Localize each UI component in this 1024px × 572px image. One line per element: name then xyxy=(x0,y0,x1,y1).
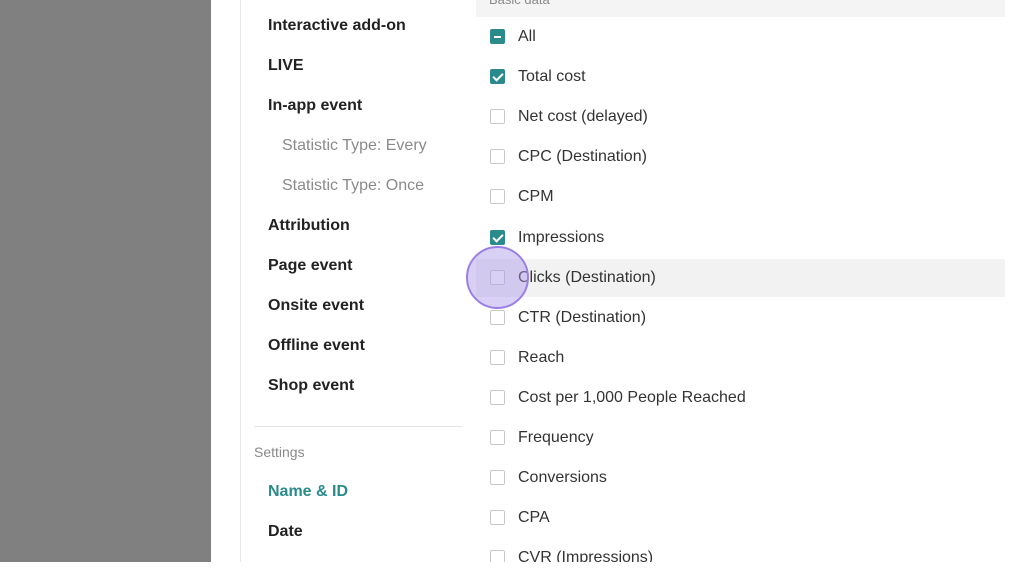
metrics-category-sidebar: Interactive add-on LIVE In-app event Sta… xyxy=(240,0,477,562)
metric-row[interactable]: CTR (Destination) xyxy=(476,299,1005,337)
metric-label[interactable]: Cost per 1,000 People Reached xyxy=(518,379,746,417)
metric-label[interactable]: CPA xyxy=(518,499,550,537)
metric-label[interactable]: Net cost (delayed) xyxy=(518,98,648,136)
section-header: Basic data xyxy=(476,0,1005,17)
sidebar-item-in-app-event[interactable]: In-app event xyxy=(268,93,362,119)
metric-checkbox[interactable] xyxy=(490,470,505,485)
metric-checkbox[interactable] xyxy=(490,550,505,562)
metric-row[interactable]: Conversions xyxy=(476,459,1005,497)
sidebar-item-attribution[interactable]: Attribution xyxy=(268,213,350,239)
metric-label[interactable]: Frequency xyxy=(518,419,594,457)
sidebar-item-name-id[interactable]: Name & ID xyxy=(268,479,348,505)
modal-backdrop xyxy=(0,0,211,562)
metric-checkbox[interactable] xyxy=(490,430,505,445)
sidebar-item-page-event[interactable]: Page event xyxy=(268,253,352,279)
metric-label[interactable]: CVR (Impressions) xyxy=(518,539,653,562)
metric-checkbox[interactable] xyxy=(490,310,505,325)
sidebar-item-date[interactable]: Date xyxy=(268,519,303,545)
metric-label[interactable]: All xyxy=(518,18,536,56)
metric-checkbox[interactable] xyxy=(490,390,505,405)
metric-label[interactable]: CTR (Destination) xyxy=(518,299,646,337)
click-indicator xyxy=(466,246,529,309)
metric-row[interactable]: Clicks (Destination) xyxy=(476,259,1005,297)
metric-row[interactable]: Impressions xyxy=(476,219,1005,257)
metric-label[interactable]: CPM xyxy=(518,178,554,216)
metric-label[interactable]: Clicks (Destination) xyxy=(518,259,656,297)
metric-checkbox[interactable] xyxy=(490,510,505,525)
metric-checkbox[interactable] xyxy=(490,149,505,164)
sidebar-item-shop-event[interactable]: Shop event xyxy=(268,373,354,399)
metric-label[interactable]: Impressions xyxy=(518,219,604,257)
bottom-edge xyxy=(0,562,1024,572)
metric-checkbox[interactable] xyxy=(490,189,505,204)
metric-row[interactable]: CPA xyxy=(476,499,1005,537)
metric-label[interactable]: Total cost xyxy=(518,58,586,96)
metric-row[interactable]: CPM xyxy=(476,178,1005,216)
metric-row[interactable]: All xyxy=(476,18,1005,56)
metric-label[interactable]: Conversions xyxy=(518,459,607,497)
metric-checkbox[interactable] xyxy=(490,109,505,124)
metric-row[interactable]: CPC (Destination) xyxy=(476,138,1005,176)
metric-checkbox[interactable] xyxy=(490,350,505,365)
metric-row[interactable]: CVR (Impressions) xyxy=(476,539,1005,562)
sidebar-item-offline-event[interactable]: Offline event xyxy=(268,333,365,359)
metric-row[interactable]: Reach xyxy=(476,339,1005,377)
sidebar-item-onsite-event[interactable]: Onsite event xyxy=(268,293,364,319)
metrics-checkbox-list: Basic data All Total costNet cost (delaye… xyxy=(476,0,1005,562)
sidebar-item-live[interactable]: LIVE xyxy=(268,53,304,79)
sidebar-subitem-statistic-every[interactable]: Statistic Type: Every xyxy=(282,133,427,159)
settings-section-label: Settings xyxy=(254,444,305,460)
metric-checkbox[interactable] xyxy=(490,230,505,245)
metric-row[interactable]: Cost per 1,000 People Reached xyxy=(476,379,1005,417)
metric-checkbox[interactable] xyxy=(490,69,505,84)
metric-checkbox[interactable] xyxy=(490,29,505,44)
sidebar-divider xyxy=(254,426,462,427)
metric-row[interactable]: Net cost (delayed) xyxy=(476,98,1005,136)
sidebar-subitem-statistic-once[interactable]: Statistic Type: Once xyxy=(282,173,424,199)
section-header-label: Basic data xyxy=(489,0,550,10)
sidebar-item-interactive-add-on[interactable]: Interactive add-on xyxy=(268,13,406,39)
metric-row[interactable]: Frequency xyxy=(476,419,1005,457)
metric-label[interactable]: CPC (Destination) xyxy=(518,138,647,176)
metric-row[interactable]: Total cost xyxy=(476,58,1005,96)
metric-label[interactable]: Reach xyxy=(518,339,564,377)
